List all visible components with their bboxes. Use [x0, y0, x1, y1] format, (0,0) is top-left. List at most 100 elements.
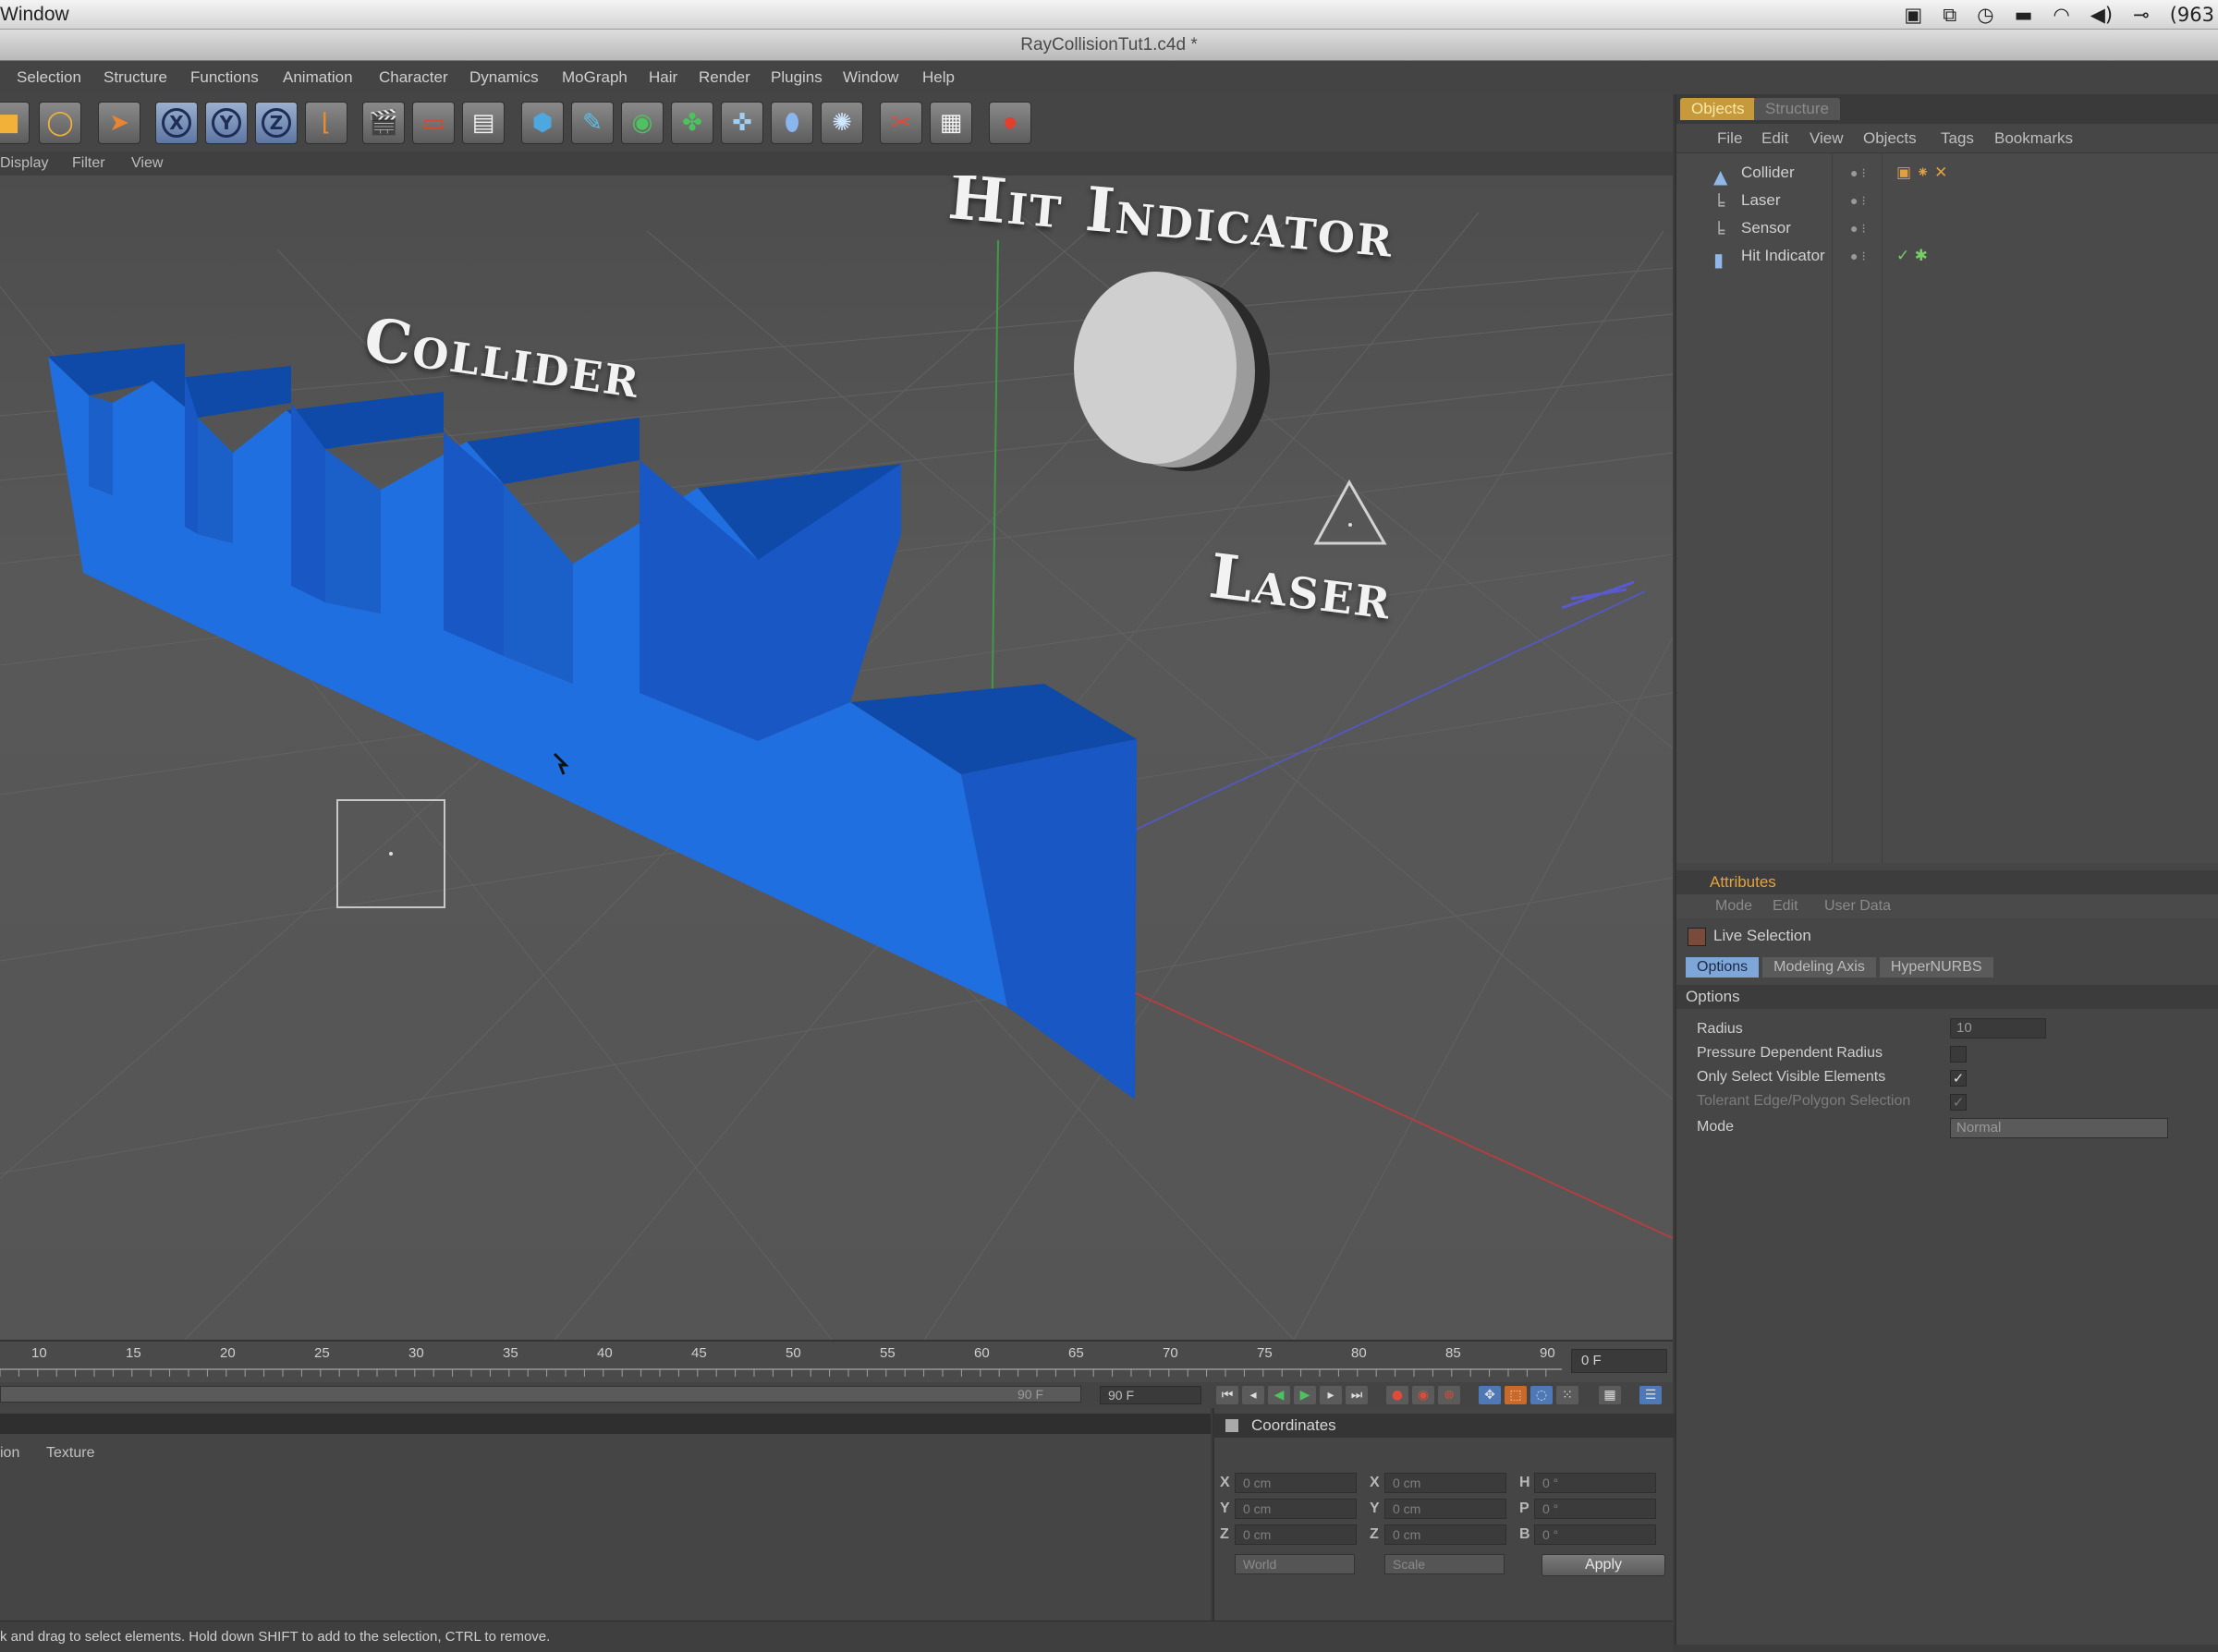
pos-x-field[interactable]: 0 cm — [1235, 1473, 1357, 1493]
keyframe-selection-icon[interactable]: ⊚ — [1438, 1386, 1460, 1404]
apply-button[interactable]: Apply — [1542, 1554, 1665, 1576]
tab-options[interactable]: Options — [1686, 957, 1760, 978]
size-x-field[interactable]: 0 cm — [1384, 1473, 1506, 1493]
object-row-sensor[interactable]: ╘ Sensor ● ⁝ — [1693, 214, 2211, 243]
object-row-hit-indicator[interactable]: ▮ Hit Indicator ● ⁝ ✓ ✱ — [1693, 242, 2211, 271]
visibility-dots-icon[interactable]: ● ⁝ — [1850, 159, 1866, 187]
cube-button[interactable]: ⬢ — [521, 102, 564, 144]
menu-hair[interactable]: Hair — [649, 61, 677, 94]
camera-button[interactable]: ✂ — [880, 102, 922, 144]
menu-render[interactable]: Render — [699, 61, 750, 94]
scene-object-button[interactable]: ⬮ — [771, 102, 813, 144]
record-button[interactable]: ⏺ — [989, 102, 1031, 144]
rot-h-field[interactable]: 0 ° — [1534, 1473, 1656, 1493]
parameter-key-icon[interactable]: ⁙ — [1556, 1386, 1578, 1404]
hit-indicator-mesh[interactable] — [1074, 272, 1270, 471]
object-row-laser[interactable]: ╘ Laser ● ⁝ — [1693, 187, 2211, 215]
render-view-button[interactable]: 🎬 — [362, 102, 405, 144]
render-settings-button[interactable]: ▤ — [462, 102, 505, 144]
rot-b-field[interactable]: 0 ° — [1534, 1524, 1656, 1545]
tab-modeling-axis[interactable]: Modeling Axis — [1762, 957, 1876, 978]
om-menu-edit[interactable]: Edit — [1761, 124, 1788, 153]
viewport-menu-display[interactable]: Display — [0, 152, 48, 176]
size-mode-select[interactable]: Scale — [1384, 1554, 1505, 1574]
screen-icon[interactable]: ▣ — [1904, 4, 1922, 26]
app-tray-icon[interactable]: ⧉ — [1943, 4, 1956, 27]
menu-selection[interactable]: Selection — [17, 61, 81, 94]
om-menu-objects[interactable]: Objects — [1863, 124, 1917, 153]
z-axis-button[interactable]: Z — [255, 102, 298, 144]
tab-structure[interactable]: Structure — [1754, 98, 1840, 120]
size-z-field[interactable]: 0 cm — [1384, 1524, 1506, 1545]
timeline-ruler[interactable]: 10 15 20 25 30 35 40 45 50 55 60 65 70 7… — [0, 1340, 1673, 1382]
menu-structure[interactable]: Structure — [104, 61, 167, 94]
3d-viewport[interactable]: Collider Hit Indicator Laser — [0, 176, 1673, 1340]
scale-key-icon[interactable]: ⬚ — [1505, 1386, 1527, 1404]
rot-p-field[interactable]: 0 ° — [1534, 1499, 1656, 1519]
only-visible-checkbox[interactable]: ✓ — [1950, 1070, 1967, 1087]
size-y-field[interactable]: 0 cm — [1384, 1499, 1506, 1519]
timeline-menu-icon[interactable]: ☰ — [1639, 1386, 1662, 1404]
om-menu-file[interactable]: File — [1717, 124, 1742, 153]
laser-null-marker[interactable] — [1313, 479, 1387, 545]
menu-animation[interactable]: Animation — [283, 61, 353, 94]
go-to-end-icon[interactable]: ⏭ — [1346, 1386, 1368, 1404]
record-key-icon[interactable]: ● — [1386, 1386, 1408, 1404]
select-tool-button[interactable]: ➤ — [98, 102, 140, 144]
go-to-start-icon[interactable]: ⏮ — [1216, 1386, 1238, 1404]
am-menu-user-data[interactable]: User Data — [1824, 894, 1891, 918]
coordinate-system-button[interactable]: ⌊ — [305, 102, 347, 144]
tolerant-selection-checkbox[interactable]: ✓ — [1950, 1094, 1967, 1111]
visibility-dots-icon[interactable]: ● ⁝ — [1850, 214, 1866, 242]
time-machine-icon[interactable]: ◷ — [1977, 4, 1993, 26]
pos-y-field[interactable]: 0 cm — [1235, 1499, 1357, 1519]
environment-button[interactable]: ▦ — [930, 102, 972, 144]
mm-menu-function[interactable]: ion — [0, 1445, 19, 1462]
preview-range-slider[interactable]: 90 F — [0, 1386, 1081, 1403]
autokey-icon[interactable]: ◉ — [1412, 1386, 1434, 1404]
x-axis-button[interactable]: X — [155, 102, 198, 144]
render-active-button[interactable]: ▭ — [412, 102, 455, 144]
end-frame-field[interactable]: 90 F — [1100, 1386, 1201, 1404]
pos-z-field[interactable]: 0 cm — [1235, 1524, 1357, 1545]
viewport-menu-filter[interactable]: Filter — [72, 152, 105, 176]
tab-objects[interactable]: Objects — [1680, 98, 1756, 120]
pla-key-icon[interactable]: ▦ — [1599, 1386, 1621, 1404]
pressure-radius-checkbox[interactable] — [1950, 1046, 1967, 1063]
object-row-collider[interactable]: ▲ Collider ● ⁝ ▣ ⁕ ✕ — [1693, 159, 2211, 188]
previous-key-icon[interactable]: ◂ — [1242, 1386, 1264, 1404]
tag-icons[interactable]: ✓ ✱ — [1896, 242, 1928, 270]
spline-button[interactable]: ✎ — [571, 102, 614, 144]
menu-window[interactable]: Window — [843, 61, 898, 94]
om-menu-view[interactable]: View — [1810, 124, 1844, 153]
visibility-dots-icon[interactable]: ● ⁝ — [1850, 187, 1866, 214]
menu-mograph[interactable]: MoGraph — [562, 61, 628, 94]
options-section-header[interactable]: Options — [1676, 985, 2218, 1009]
collider-mesh[interactable] — [48, 344, 1137, 1099]
play-backward-icon[interactable]: ◀ — [1268, 1386, 1290, 1404]
current-frame-field[interactable]: 0 F — [1571, 1349, 1667, 1373]
am-menu-mode[interactable]: Mode — [1715, 894, 1752, 918]
mm-menu-texture[interactable]: Texture — [46, 1445, 94, 1462]
rotate-tool-button[interactable]: ◯ — [39, 102, 81, 144]
rotation-key-icon[interactable]: ◌ — [1530, 1386, 1553, 1404]
next-key-icon[interactable]: ▸ — [1320, 1386, 1342, 1404]
light-button[interactable]: ✺ — [821, 102, 863, 144]
radius-field[interactable]: 10 — [1950, 1018, 2046, 1039]
wifi-icon[interactable]: ◠ — [2053, 4, 2069, 26]
move-tool-button[interactable]: ■ — [0, 102, 30, 144]
am-menu-edit[interactable]: Edit — [1773, 894, 1798, 918]
viewport-menu-view[interactable]: View — [131, 152, 163, 176]
tag-icons[interactable]: ▣ ⁕ ✕ — [1896, 159, 1947, 187]
menu-character[interactable]: Character — [379, 61, 448, 94]
visibility-dots-icon[interactable]: ● ⁝ — [1850, 242, 1866, 270]
deformer-button[interactable]: ✜ — [721, 102, 763, 144]
volume-icon[interactable]: ◀) — [2090, 4, 2113, 26]
array-button[interactable]: ✤ — [671, 102, 713, 144]
y-axis-button[interactable]: Y — [205, 102, 248, 144]
battery-icon[interactable]: ⊸ — [2133, 4, 2150, 26]
menu-help[interactable]: Help — [922, 61, 955, 94]
menu-dynamics[interactable]: Dynamics — [469, 61, 539, 94]
position-key-icon[interactable]: ✥ — [1479, 1386, 1501, 1404]
os-window-menu[interactable]: Window — [0, 4, 69, 26]
